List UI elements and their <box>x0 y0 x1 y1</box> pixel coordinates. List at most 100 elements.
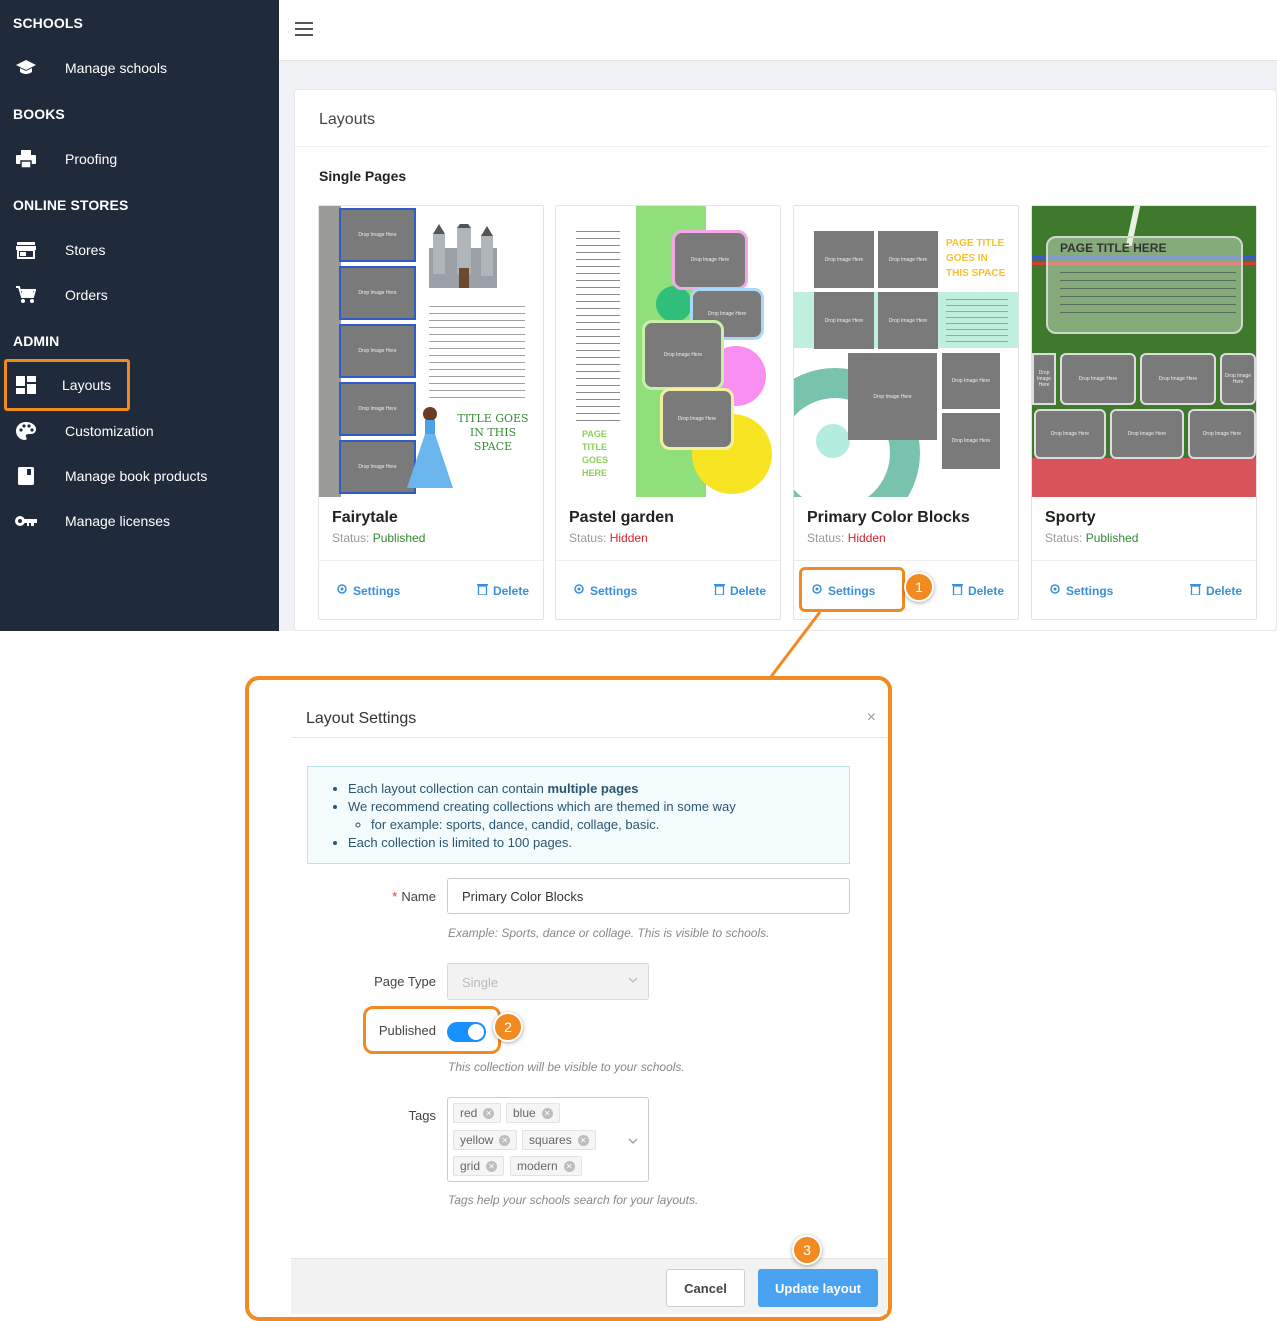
sidebar-item-stores[interactable]: Stores <box>0 230 279 270</box>
sidebar-item-orders[interactable]: Orders <box>0 275 279 315</box>
drop-image-placeholder: Drop Image Here <box>942 353 1000 409</box>
sidebar: SCHOOLS Manage schools BOOKS Proofing ON… <box>0 0 279 631</box>
close-icon[interactable]: ✕ <box>486 1160 498 1172</box>
tag-yellow[interactable]: yellow ✕ <box>453 1130 518 1150</box>
callout-number-2: 2 <box>493 1012 523 1042</box>
tag-blue[interactable]: blue ✕ <box>506 1103 560 1123</box>
close-icon[interactable]: × <box>867 709 876 727</box>
tag-red[interactable]: red ✕ <box>453 1103 502 1123</box>
sidebar-item-label: Customization <box>65 423 154 439</box>
chevron-down-icon[interactable] <box>628 1133 638 1151</box>
sidebar-item-label: Stores <box>65 242 106 258</box>
sidebar-section-online-stores: ONLINE STORES <box>13 197 129 213</box>
book-icon <box>14 466 38 486</box>
layout-status: Status: Hidden <box>807 531 886 545</box>
princess-illustration <box>405 404 455 492</box>
tag-squares[interactable]: squares ✕ <box>522 1130 596 1150</box>
drop-image-placeholder: Drop Image Here <box>1060 353 1136 405</box>
close-icon[interactable]: ✕ <box>577 1134 589 1146</box>
published-toggle[interactable] <box>447 1022 486 1042</box>
status-badge: Published <box>372 531 426 545</box>
drop-image-placeholder: Drop Image Here <box>1032 353 1056 405</box>
tags-help-text: Tags help your schools search for your l… <box>448 1193 699 1207</box>
status-badge: Published <box>1085 531 1139 545</box>
tag-grid[interactable]: grid ✕ <box>453 1156 505 1176</box>
layout-thumbnail[interactable]: PAGE TITLE HERE Drop Image Here Drop Ima… <box>1032 206 1256 497</box>
drop-image-placeholder: Drop Image Here <box>1034 409 1106 459</box>
tags-select[interactable]: red ✕ blue ✕ yellow ✕ squares ✕ grid ✕ modern… <box>447 1097 649 1182</box>
lorem-text-block <box>576 228 620 424</box>
tag-modern[interactable]: modern ✕ <box>510 1156 582 1176</box>
drop-image-placeholder: Drop Image Here <box>1188 409 1256 459</box>
info-item: Each collection is limited to 100 pages. <box>348 834 736 852</box>
sidebar-item-layouts[interactable]: Layouts <box>4 359 130 411</box>
cart-icon <box>14 285 38 305</box>
sidebar-item-customization[interactable]: Customization <box>0 411 279 451</box>
divider <box>291 737 887 738</box>
sidebar-section-admin: ADMIN <box>13 333 60 349</box>
divider <box>295 146 1270 147</box>
update-layout-button[interactable]: Update layout <box>758 1269 878 1307</box>
settings-button[interactable]: Settings <box>336 583 400 598</box>
card-actions: Settings Delete <box>1032 560 1256 620</box>
drop-image-placeholder: Drop Image Here <box>1220 353 1256 405</box>
tags-label: Tags <box>408 1108 436 1123</box>
layout-name: Pastel garden <box>569 509 674 526</box>
sidebar-item-manage-licenses[interactable]: Manage licenses <box>0 501 279 541</box>
sidebar-item-label: Manage schools <box>65 60 167 76</box>
key-icon <box>14 511 38 531</box>
layout-name: Primary Color Blocks <box>807 509 970 526</box>
close-icon[interactable]: ✕ <box>563 1160 575 1172</box>
sidebar-item-label: Manage licenses <box>65 513 171 529</box>
thumbnail-title: PAGE TITLE GOES HERE <box>582 429 609 478</box>
status-badge: Hidden <box>847 531 886 545</box>
status-badge: Hidden <box>609 531 648 545</box>
close-icon[interactable]: ✕ <box>541 1107 553 1119</box>
lorem-text-block <box>946 296 1008 342</box>
layout-thumbnail[interactable]: Drop Image Here Drop Image Here Drop Ima… <box>794 206 1018 497</box>
dashboard-icon <box>14 375 38 395</box>
info-item: We recommend creating collections which … <box>348 798 736 834</box>
drop-image-placeholder: Drop Image Here <box>660 388 734 450</box>
layout-status: Status: Hidden <box>569 531 648 545</box>
card-actions: Settings Delete <box>556 560 780 620</box>
layout-settings-modal: Layout Settings × Each layout collection… <box>291 694 887 1314</box>
sidebar-item-label: Manage book products <box>65 468 208 484</box>
chevron-down-icon <box>628 973 638 988</box>
drop-image-placeholder: Drop Image Here <box>1140 353 1216 405</box>
settings-button[interactable]: Settings <box>573 583 637 598</box>
sidebar-item-proofing[interactable]: Proofing <box>0 139 279 179</box>
trash-icon <box>713 583 725 598</box>
layout-name: Sporty <box>1045 509 1096 526</box>
layout-thumbnail[interactable]: Drop Image Here Drop Image Here Drop Ima… <box>319 206 543 497</box>
delete-button[interactable]: Delete <box>713 583 766 598</box>
info-item: Each layout collection can contain multi… <box>348 780 736 798</box>
layout-card-fairytale: Drop Image Here Drop Image Here Drop Ima… <box>318 205 544 620</box>
name-input[interactable]: Primary Color Blocks <box>447 878 850 914</box>
delete-button[interactable]: Delete <box>476 583 529 598</box>
info-subitem: for example: sports, dance, candid, coll… <box>371 816 736 834</box>
sidebar-section-schools: SCHOOLS <box>13 15 83 31</box>
palette-icon <box>14 421 38 441</box>
sidebar-item-label: Proofing <box>65 151 118 167</box>
sidebar-item-manage-book-products[interactable]: Manage book products <box>0 456 279 496</box>
drop-image-placeholder: Drop Image Here <box>814 292 874 349</box>
layout-status: Status: Published <box>332 531 426 545</box>
drop-image-placeholder: Drop Image Here <box>878 292 938 349</box>
sidebar-section-books: BOOKS <box>13 106 65 122</box>
cancel-button[interactable]: Cancel <box>666 1269 745 1307</box>
delete-button[interactable]: Delete <box>951 583 1004 598</box>
close-icon[interactable]: ✕ <box>483 1107 495 1119</box>
settings-button[interactable]: Settings <box>1049 583 1113 598</box>
page-type-label: Page Type <box>374 974 436 989</box>
layout-card-sporty: PAGE TITLE HERE Drop Image Here Drop Ima… <box>1031 205 1257 620</box>
layout-thumbnail[interactable]: PAGE TITLE GOES HERE Drop Image Here Dro… <box>556 206 780 497</box>
thumbnail-title: PAGE TITLE GOES IN THIS SPACE <box>946 238 1006 279</box>
published-help-text: This collection will be visible to your … <box>448 1060 685 1074</box>
close-icon[interactable]: ✕ <box>499 1134 511 1146</box>
delete-button[interactable]: Delete <box>1189 583 1242 598</box>
trash-icon <box>1189 583 1201 598</box>
sidebar-item-manage-schools[interactable]: Manage schools <box>0 48 279 88</box>
gear-icon <box>573 583 585 598</box>
menu-icon[interactable] <box>295 22 313 36</box>
